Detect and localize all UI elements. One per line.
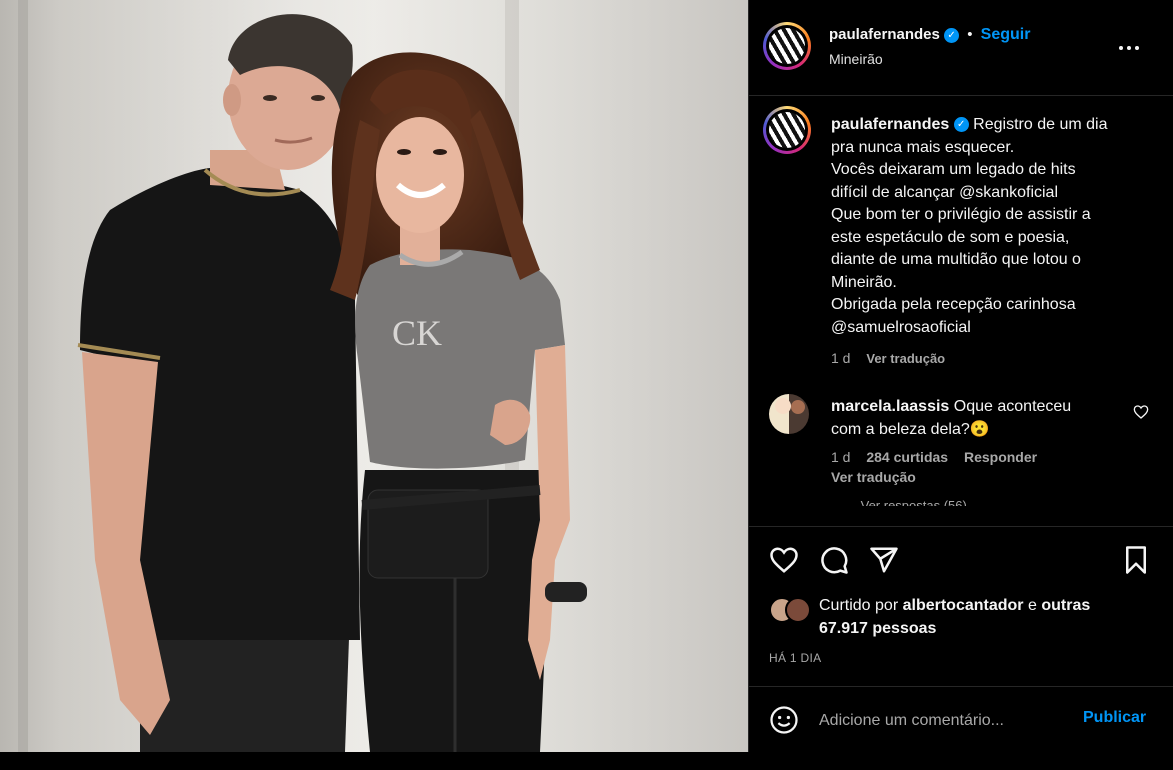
bracelet: [545, 582, 587, 602]
caption-block: paulafernandes ✓ Registro de um dia pra …: [831, 114, 1151, 371]
comment-like-heart-icon[interactable]: [1133, 404, 1149, 420]
post-header: paulafernandes ✓ • Seguir Mineirão: [749, 0, 1173, 96]
comment-text: com a beleza dela?: [831, 420, 970, 438]
shocked-emoji-icon: 😮: [969, 420, 990, 438]
caption-line: Mineirão.: [831, 273, 897, 291]
caption-line: Registro de um dia: [973, 116, 1108, 133]
save-bookmark-icon[interactable]: [1121, 545, 1151, 575]
post-time-ago[interactable]: HÁ 1 DIA: [769, 651, 821, 665]
more-horizontal-icon[interactable]: [1117, 36, 1141, 60]
liked-by-avatars: [769, 595, 813, 623]
follow-button[interactable]: Seguir: [981, 26, 1031, 43]
caption-author-avatar[interactable]: [763, 106, 811, 154]
liked-by-others[interactable]: outras: [1041, 597, 1090, 614]
header-separator: •: [967, 26, 973, 43]
comment-text: Oque aconteceu: [953, 398, 1072, 415]
comment-reply-button[interactable]: Responder: [964, 449, 1037, 465]
post-side-panel: paulafernandes ✓ • Seguir Mineirão paula…: [748, 0, 1173, 752]
caption-line: Vocês deixaram um legado de hits: [831, 161, 1076, 178]
shirt-logo-letters: CK: [392, 313, 442, 353]
caption-age: 1 d: [831, 350, 851, 366]
liked-by-and: e: [1027, 597, 1037, 614]
caption-line: pra nunca mais esquecer.: [831, 138, 1015, 156]
verified-badge-icon: ✓: [953, 117, 969, 133]
comment-likes[interactable]: 284 curtidas: [866, 449, 948, 465]
comment-avatar[interactable]: [769, 394, 809, 434]
comment-translate-link[interactable]: Ver tradução: [831, 467, 1131, 487]
window-bottom-edge: [0, 752, 1173, 770]
share-send-icon[interactable]: [869, 545, 899, 575]
caption-translate-link[interactable]: Ver tradução: [866, 351, 945, 366]
avatar-image: [769, 28, 805, 64]
liked-by-count[interactable]: 67.917 pessoas: [819, 618, 1149, 641]
liked-by-prefix: Curtido por: [819, 597, 899, 614]
publish-button[interactable]: Publicar: [1083, 709, 1146, 727]
caption-line: Obrigada pela recepção carinhosa: [831, 296, 1076, 313]
comment-age: 1 d: [831, 449, 851, 465]
author-username[interactable]: paulafernandes: [829, 26, 940, 43]
verified-badge-icon: ✓: [944, 27, 960, 43]
add-comment-bar: Publicar: [749, 686, 1173, 752]
post-photo[interactable]: CK: [0, 0, 748, 752]
caption-line: este espetáculo de som e poesia,: [831, 228, 1070, 246]
post-location[interactable]: Mineirão: [829, 51, 883, 67]
caption-line: diante de uma multidão que lotou o: [831, 251, 1081, 268]
avatar-image: [769, 112, 805, 148]
liked-by-user[interactable]: albertocantador: [903, 597, 1024, 614]
caption-line: difícil de alcançar @skankoficial: [831, 183, 1059, 201]
caption-line: @samuelrosaoficial: [831, 318, 971, 336]
view-replies-link[interactable]: —— Ver respostas (56): [831, 499, 1131, 506]
comment-input[interactable]: [817, 707, 1071, 735]
caption-line: Que bom ter o privilégio de assistir a: [831, 206, 1091, 223]
comment-block: marcela.laassis Oque aconteceu com a bel…: [831, 396, 1131, 506]
comment-bubble-icon[interactable]: [819, 545, 849, 575]
caption-username[interactable]: paulafernandes: [831, 116, 949, 133]
comment-username[interactable]: marcela.laassis: [831, 398, 949, 415]
post-image: CK: [0, 0, 748, 752]
like-heart-icon[interactable]: [769, 545, 799, 575]
author-avatar[interactable]: [763, 22, 811, 70]
liked-by-text: Curtido por albertocantador e outras 67.…: [819, 595, 1149, 640]
emoji-smiley-icon[interactable]: [769, 705, 799, 735]
